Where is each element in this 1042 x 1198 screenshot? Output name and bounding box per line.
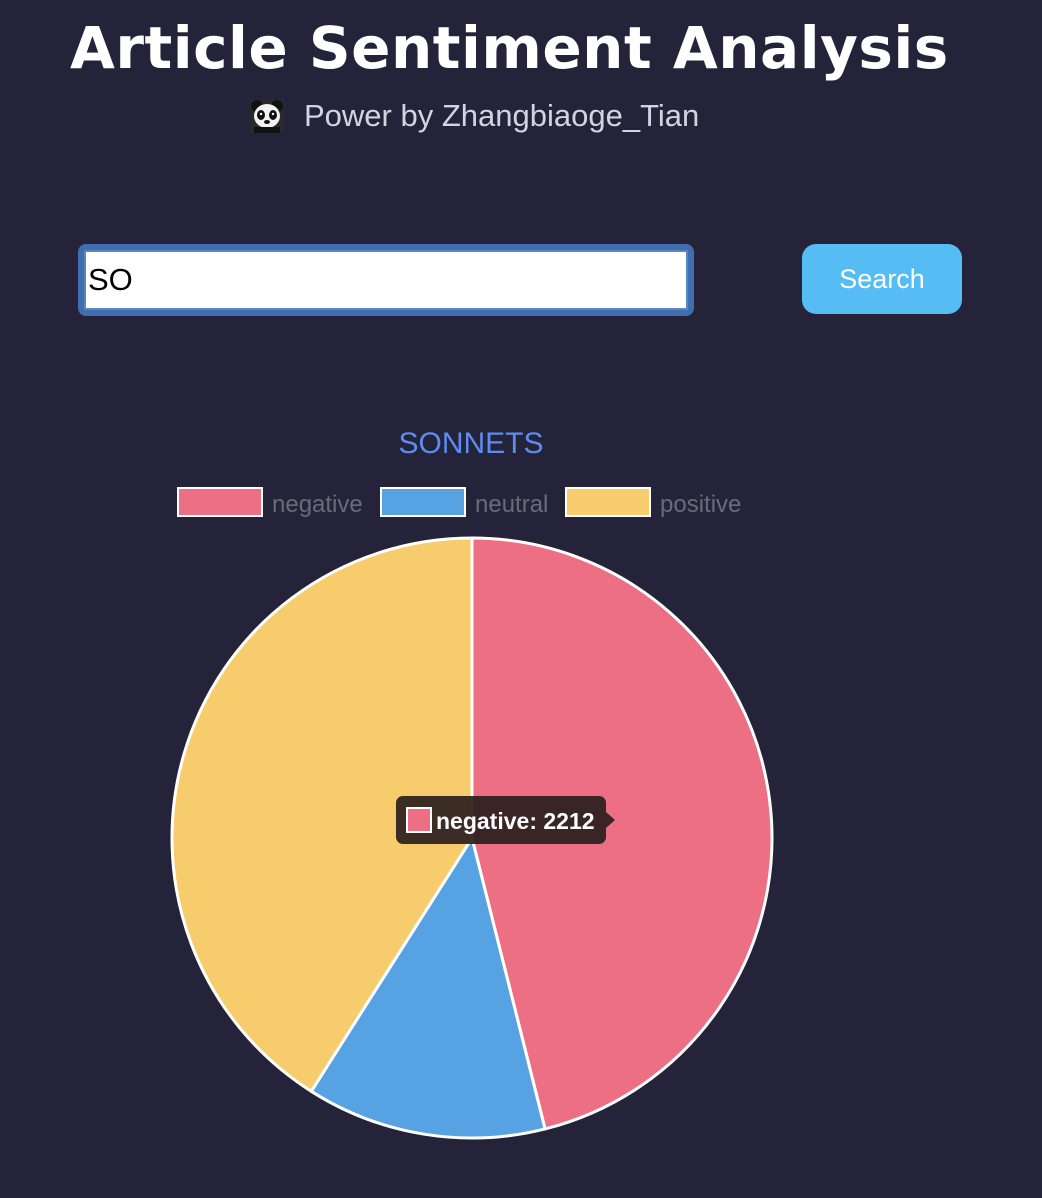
- byline-text: Power by Zhangbiaoge_Tian: [304, 98, 700, 133]
- page-title: Article Sentiment Analysis: [70, 14, 949, 82]
- legend-label-positive[interactable]: positive: [660, 491, 741, 518]
- byline: Power by Zhangbiaoge_Tian: [250, 94, 699, 138]
- legend-label-neutral[interactable]: neutral: [475, 491, 548, 518]
- chart-legend: negative neutral positive: [177, 487, 741, 518]
- sentiment-pie-chart: SONNETS negative neutral positive negative…: [170, 427, 774, 1140]
- chart-title: SONNETS: [398, 427, 543, 460]
- legend-swatch-positive[interactable]: [565, 487, 651, 517]
- app-root: Article Sentiment Analysis Power by Zhan…: [0, 0, 1042, 1198]
- legend-swatch-neutral[interactable]: [380, 487, 466, 517]
- panda-icon: [250, 99, 284, 133]
- legend-label-negative[interactable]: negative: [272, 491, 363, 518]
- legend-swatch-negative[interactable]: [177, 487, 263, 517]
- search-input[interactable]: [78, 244, 694, 316]
- pie-slices: [170, 536, 774, 1140]
- search-button[interactable]: Search: [802, 244, 962, 314]
